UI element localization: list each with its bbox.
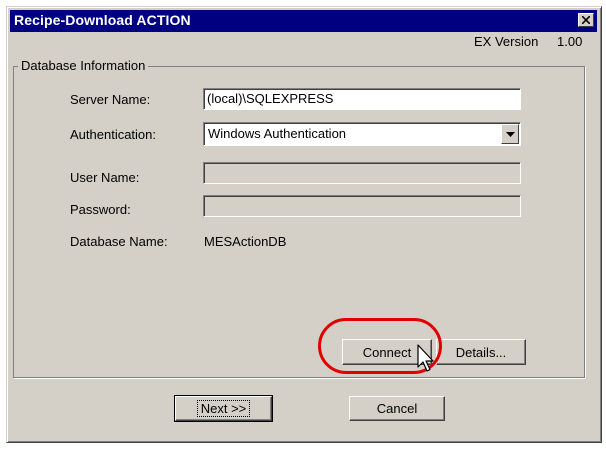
authentication-value: Windows Authentication xyxy=(208,126,347,141)
user-name-input[interactable] xyxy=(203,162,521,184)
password-input[interactable] xyxy=(203,195,521,217)
database-name-label: Database Name: xyxy=(70,234,168,249)
cancel-button[interactable]: Cancel xyxy=(349,396,445,421)
version-label: EX Version xyxy=(474,34,539,49)
authentication-select[interactable]: Windows Authentication xyxy=(203,122,521,146)
mouse-pointer-icon xyxy=(417,344,434,372)
password-label: Password: xyxy=(70,202,131,217)
group-title: Database Information xyxy=(18,58,149,73)
user-name-label: User Name: xyxy=(70,170,140,185)
details-button-label: Details... xyxy=(455,344,507,360)
version-number: 1.00 xyxy=(557,34,583,49)
authentication-label: Authentication: xyxy=(70,127,157,142)
window-title: Recipe-Download ACTION xyxy=(14,12,191,28)
title-bar[interactable]: Recipe-Download ACTION xyxy=(10,10,597,32)
chevron-down-icon xyxy=(505,131,515,137)
close-icon xyxy=(582,16,590,24)
server-name-input[interactable]: (local)\SQLEXPRESS xyxy=(203,88,521,110)
next-button-label: Next >> xyxy=(196,400,251,417)
dropdown-button[interactable] xyxy=(501,124,519,144)
database-info-group xyxy=(13,66,585,378)
close-button[interactable] xyxy=(578,13,594,27)
server-name-label: Server Name: xyxy=(70,92,151,107)
cancel-button-label: Cancel xyxy=(376,401,418,416)
database-name-value: MESActionDB xyxy=(204,234,287,249)
next-button[interactable]: Next >> xyxy=(174,395,273,422)
details-button[interactable]: Details... xyxy=(436,339,526,365)
